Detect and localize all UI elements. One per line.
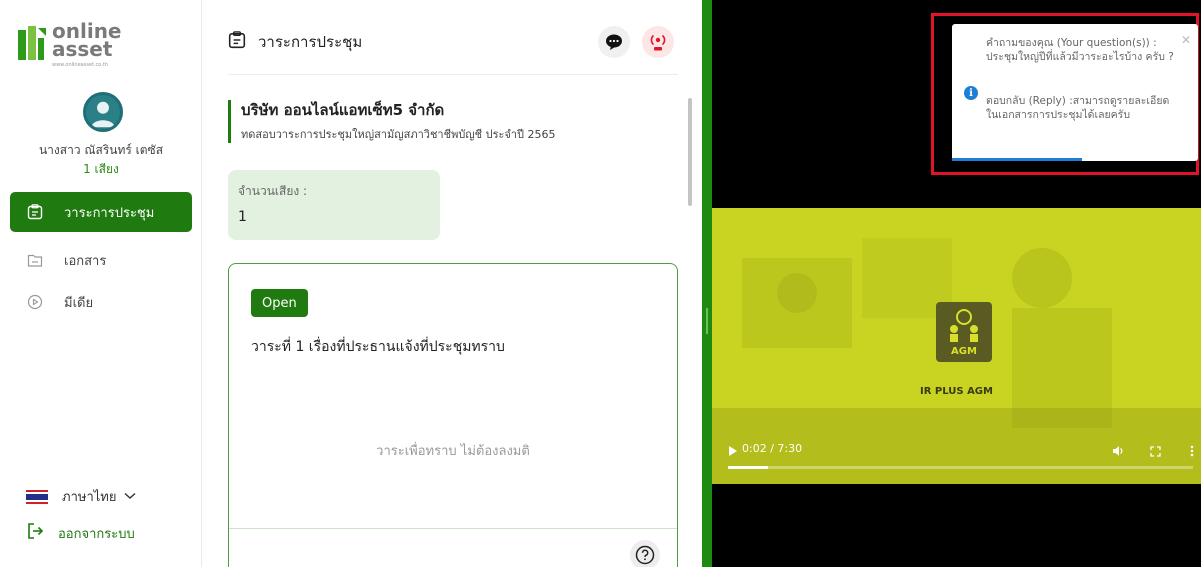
user-name: นางสาว ณัสรินทร์ เตซัส: [38, 143, 164, 157]
language-label: ภาษาไทย: [62, 490, 117, 505]
resize-handle[interactable]: [706, 308, 708, 334]
more-options-button[interactable]: [1190, 442, 1194, 461]
logout-button[interactable]: ออกจากระบบ: [26, 522, 135, 544]
agm-emblem-icon: AGM: [950, 309, 978, 357]
notification-reply: ตอบกลับ (Reply) :สามารถดูรายละเอียดในเอก…: [986, 94, 1178, 122]
video-progress-bar[interactable]: [728, 466, 1193, 469]
video-caption: IR PLUS AGM: [920, 386, 993, 397]
play-circle-icon: [26, 293, 44, 311]
agm-logo-text: AGM: [951, 346, 977, 357]
reply-label: ตอบกลับ (Reply) :: [986, 95, 1073, 107]
sidebar-item-label: เอกสาร: [64, 253, 107, 269]
scrollbar[interactable]: [688, 98, 692, 206]
agenda-divider: [229, 528, 677, 529]
sidebar-item-documents[interactable]: เอกสาร: [10, 240, 192, 280]
live-broadcast-icon: [650, 34, 666, 51]
live-button[interactable]: [642, 26, 674, 58]
agenda-icon: [26, 203, 44, 221]
fullscreen-icon: [1150, 446, 1161, 457]
brand-logo[interactable]: online asset www.onlineasset.co.th: [16, 21, 126, 70]
agenda-note: วาระเพื่อทราบ ไม่ต้องลงมติ: [376, 444, 530, 459]
agenda-icon: [228, 31, 246, 53]
user-avatar-icon: [86, 95, 120, 129]
logo-url: www.onlineasset.co.th: [52, 62, 108, 68]
logo-mark-icon: [18, 26, 46, 60]
agm-logo: AGM: [936, 302, 992, 362]
company-block: บริษัท ออนไลน์แอทเซ็ท5 จำกัด ทดสอบวาระกา…: [228, 100, 556, 143]
reply-notification[interactable]: i คำถามของคุณ (Your question(s)) : ประชุ…: [952, 24, 1198, 161]
sidebar-item-label: วาระการประชุม: [64, 205, 155, 221]
play-icon: [729, 446, 737, 456]
chevron-down-icon: [124, 489, 136, 504]
video-progress-fill: [728, 466, 768, 469]
folder-icon: [26, 251, 44, 269]
status-badge[interactable]: Open: [251, 289, 308, 317]
sidebar: online asset www.onlineasset.co.th นางสา…: [0, 0, 202, 567]
agenda-panel: วาระการประชุม บริษัท ออนไลน์แอทเซ็ท5 จำก…: [202, 0, 702, 567]
sidebar-item-label: มีเดีย: [64, 295, 94, 311]
help-button[interactable]: [630, 540, 660, 567]
chat-button[interactable]: [598, 26, 630, 58]
vote-count-label: จำนวนเสียง :: [238, 184, 308, 198]
close-icon[interactable]: ✕: [1181, 33, 1191, 47]
info-icon: i: [964, 86, 978, 100]
sidebar-item-agenda[interactable]: วาระการประชุม: [10, 192, 192, 232]
meeting-subtitle: ทดสอบวาระการประชุมใหญ่สามัญสภาวิชาชีพบัญ…: [241, 128, 556, 141]
question-text: ประชุมใหญ่ปีที่แล้วมีวาระอะไรบ้าง ครับ ?: [986, 51, 1174, 63]
play-button[interactable]: [728, 442, 738, 461]
question-label: คำถามของคุณ (Your question(s)) :: [986, 37, 1157, 49]
more-vertical-icon: [1190, 445, 1194, 457]
volume-icon: [1113, 446, 1123, 456]
company-name: บริษัท ออนไลน์แอทเซ็ท5 จำกัด: [241, 101, 445, 119]
fullscreen-button[interactable]: [1150, 442, 1161, 461]
logo-line-2: asset: [52, 37, 113, 61]
user-votes: 1 เสียง: [83, 162, 119, 176]
question-icon: [635, 545, 655, 565]
header-divider: [228, 74, 678, 75]
video-time: 0:02 / 7:30: [742, 442, 803, 455]
avatar[interactable]: [83, 92, 123, 132]
volume-button[interactable]: [1112, 442, 1124, 461]
page-title: วาระการประชุม: [228, 30, 362, 54]
vote-count-card: จำนวนเสียง : 1: [228, 170, 440, 240]
notification-timer-bar: [952, 158, 1082, 161]
logout-icon: [26, 522, 44, 544]
page-title-text: วาระการประชุม: [258, 33, 363, 51]
sidebar-item-media[interactable]: มีเดีย: [10, 282, 192, 322]
panel-divider[interactable]: [702, 0, 712, 567]
vote-count-value: 1: [238, 209, 247, 225]
video-controls: 0:02 / 7:30: [712, 420, 1201, 480]
agenda-title: วาระที่ 1 เรื่องที่ประธานแจ้งที่ประชุมทร…: [251, 339, 505, 355]
agenda-card: Open วาระที่ 1 เรื่องที่ประธานแจ้งที่ประ…: [228, 263, 678, 567]
thai-flag-icon: [26, 489, 48, 504]
logo-text: online asset: [52, 21, 122, 61]
chat-icon: [606, 34, 622, 50]
notification-question: คำถามของคุณ (Your question(s)) : ประชุมใ…: [986, 36, 1178, 64]
logout-label: ออกจากระบบ: [58, 526, 135, 542]
language-selector[interactable]: ภาษาไทย: [26, 486, 136, 507]
